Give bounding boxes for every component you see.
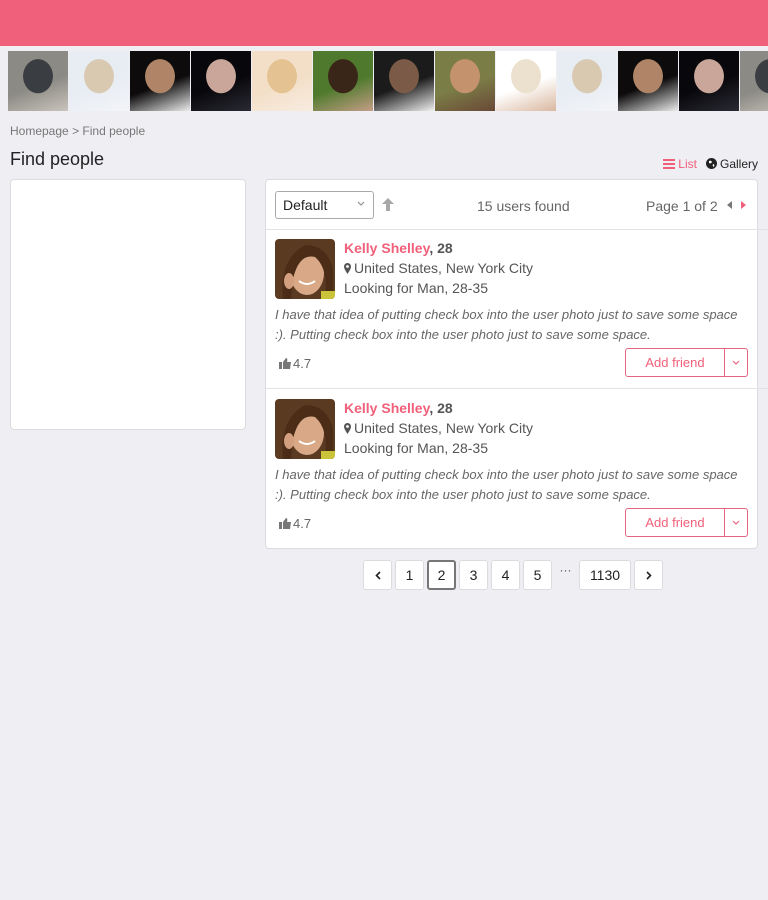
pagination-page-last[interactable]: 1130 — [579, 560, 631, 590]
member-thumbnail[interactable] — [69, 51, 129, 111]
member-thumbnail[interactable] — [374, 51, 434, 111]
user-looking-for: Looking for Man, 28-35 — [344, 280, 488, 296]
chevron-down-icon — [732, 360, 740, 365]
view-toggle: List Gallery — [663, 157, 758, 171]
user-rating: 4.7 — [279, 356, 311, 371]
results-header: Default 15 users found Page 1 of 2 — [266, 180, 757, 230]
pagination-ellipsis: ··· — [559, 563, 572, 577]
user-age: , 28 — [429, 400, 453, 416]
user-name-link[interactable]: Kelly Shelley — [344, 400, 429, 416]
user-location: United States, New York City — [344, 260, 533, 276]
user-location-text: United States, New York City — [354, 420, 533, 436]
user-looking-for: Looking for Man, 28-35 — [344, 440, 488, 456]
caret-right-icon[interactable] — [741, 201, 747, 209]
member-thumbnail[interactable] — [130, 51, 190, 111]
filter-sidebar-panel — [10, 179, 246, 430]
users-found-count: 15 users found — [477, 198, 570, 214]
globe-icon — [705, 158, 717, 169]
add-friend-button[interactable]: Add friend — [626, 509, 725, 536]
user-rating-value: 4.7 — [293, 356, 312, 371]
chevron-left-icon — [374, 570, 381, 580]
divider — [266, 388, 768, 389]
user-location-text: United States, New York City — [354, 260, 533, 276]
member-thumbnail[interactable] — [679, 51, 739, 111]
chevron-right-icon — [645, 570, 652, 580]
map-marker-icon — [344, 423, 351, 434]
list-view-label: List — [678, 157, 697, 171]
user-list-item: Kelly Shelley, 28 United States, New Yor… — [275, 399, 751, 549]
user-rating: 4.7 — [279, 516, 311, 531]
user-name-age: Kelly Shelley, 28 — [344, 400, 453, 416]
divider — [266, 229, 768, 230]
pagination-prev-button[interactable] — [363, 560, 392, 590]
caret-left-icon[interactable] — [727, 201, 733, 209]
user-bio: I have that idea of putting check box in… — [275, 467, 738, 502]
list-view-button[interactable]: List — [663, 157, 697, 171]
thumbs-up-icon — [279, 358, 291, 369]
pagination-next-button[interactable] — [634, 560, 663, 590]
member-thumbnail[interactable] — [740, 51, 768, 111]
sort-select-value: Default — [283, 197, 328, 213]
thumbs-up-icon — [279, 518, 291, 529]
user-avatar[interactable] — [275, 239, 335, 299]
pagination-page-3[interactable]: 3 — [459, 560, 488, 590]
breadcrumb-separator: > — [72, 124, 80, 138]
add-friend-dropdown-toggle[interactable] — [725, 349, 747, 376]
list-icon — [663, 159, 676, 169]
chevron-down-icon — [357, 201, 365, 206]
user-photo — [275, 399, 335, 459]
user-bio: I have that idea of putting check box in… — [275, 307, 738, 342]
member-thumbnail[interactable] — [557, 51, 617, 111]
user-photo — [275, 239, 335, 299]
member-photo-strip — [8, 51, 768, 111]
member-thumbnail[interactable] — [313, 51, 373, 111]
add-friend-dropdown-toggle[interactable] — [725, 509, 747, 536]
user-location: United States, New York City — [344, 420, 533, 436]
sort-direction-arrow-up-icon[interactable] — [382, 198, 394, 211]
gallery-view-label: Gallery — [719, 157, 758, 171]
top-header-bar — [0, 0, 768, 46]
pagination-page-4[interactable]: 4 — [491, 560, 520, 590]
chevron-down-icon — [732, 520, 740, 525]
breadcrumb-current: Find people — [82, 124, 146, 138]
pagination-page-5[interactable]: 5 — [523, 560, 552, 590]
user-name-age: Kelly Shelley, 28 — [344, 240, 453, 256]
pagination: 1 2 3 4 5 ··· 1130 — [363, 560, 663, 590]
pagination-page-2-current[interactable]: 2 — [427, 560, 456, 590]
member-thumbnail[interactable] — [496, 51, 556, 111]
member-thumbnail[interactable] — [618, 51, 678, 111]
page-indicator: Page 1 of 2 — [646, 198, 718, 214]
map-marker-icon — [344, 263, 351, 274]
breadcrumb-home-link[interactable]: Homepage — [10, 124, 69, 138]
pagination-page-1[interactable]: 1 — [395, 560, 424, 590]
page-title: Find people — [10, 149, 105, 169]
add-friend-button-group: Add friend — [625, 508, 748, 537]
add-friend-button-group: Add friend — [625, 348, 748, 377]
add-friend-button[interactable]: Add friend — [626, 349, 725, 376]
member-thumbnail[interactable] — [435, 51, 495, 111]
breadcrumb: Homepage > Find people — [10, 124, 145, 138]
gallery-view-button[interactable]: Gallery — [705, 157, 758, 171]
user-list-item: Kelly Shelley, 28 United States, New Yor… — [275, 239, 751, 389]
member-thumbnail[interactable] — [191, 51, 251, 111]
user-rating-value: 4.7 — [293, 516, 312, 531]
member-thumbnail[interactable] — [8, 51, 68, 111]
user-age: , 28 — [429, 240, 453, 256]
user-avatar[interactable] — [275, 399, 335, 459]
sort-select[interactable]: Default — [275, 191, 374, 219]
member-thumbnail[interactable] — [252, 51, 312, 111]
results-panel: Default 15 users found Page 1 of 2 Kelly… — [265, 179, 768, 549]
user-name-link[interactable]: Kelly Shelley — [344, 240, 429, 256]
